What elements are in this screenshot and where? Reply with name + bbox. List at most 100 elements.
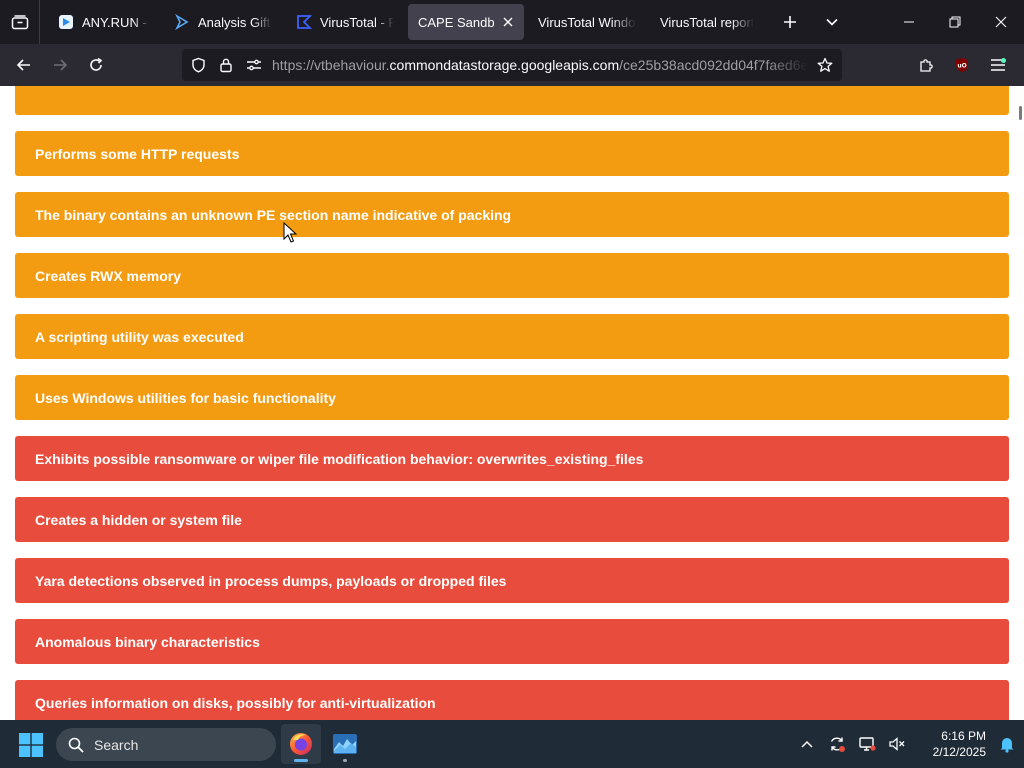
chevron-down-icon — [826, 18, 838, 26]
tracking-protection-icon[interactable] — [184, 49, 212, 81]
tab-label: ANY.RUN - Int — [82, 14, 150, 30]
tab-label: VirusTotal - Fil — [320, 14, 394, 30]
search-label: Search — [94, 736, 139, 753]
tab-list: ANY.RUN - Int Analysis Giftca VirusTotal… — [40, 0, 766, 44]
close-window-button[interactable] — [978, 0, 1024, 44]
url-text[interactable]: https://vtbehaviour.commondatastorage.go… — [268, 57, 808, 73]
signature-alert-danger[interactable]: Queries information on disks, possibly f… — [15, 680, 1009, 720]
signature-alert-text: Uses Windows utilities for basic functio… — [35, 389, 336, 406]
forward-button[interactable] — [42, 47, 78, 83]
toolbar-right: uO — [908, 47, 1016, 83]
show-hidden-icons-button[interactable] — [792, 720, 822, 768]
tab-label: VirusTotal report f — [660, 14, 754, 30]
tab-virustotal-report[interactable]: VirusTotal report f — [650, 4, 764, 40]
speaker-muted-icon — [889, 737, 905, 751]
signature-alert-warn[interactable] — [15, 86, 1009, 115]
back-button[interactable] — [6, 47, 42, 83]
tab-label: Analysis Giftca — [198, 14, 272, 30]
url-host: commondatastorage.googleapis.com — [389, 57, 620, 73]
list-all-tabs-button[interactable] — [814, 4, 850, 40]
signature-alert-warn[interactable]: A scripting utility was executed — [15, 314, 1009, 359]
signature-alert-danger[interactable]: Yara detections observed in process dump… — [15, 558, 1009, 603]
tab-virustotal-window[interactable]: VirusTotal Window — [528, 4, 646, 40]
volume-button[interactable] — [882, 720, 912, 768]
analysis-icon — [174, 14, 190, 30]
windows-taskbar: Search 6:16 PM 2/12/2025 — [0, 720, 1024, 768]
url-prefix: https://vtbehaviour. — [272, 57, 390, 73]
navigation-toolbar: https://vtbehaviour.commondatastorage.go… — [0, 44, 1024, 86]
page-scrollbar[interactable] — [1016, 86, 1024, 720]
tab-cape-sandbox[interactable]: CAPE Sandbox — [408, 4, 524, 40]
taskbar-search[interactable]: Search — [56, 728, 276, 761]
search-icon — [68, 737, 84, 753]
network-icon — [859, 737, 876, 751]
tab-virustotal-file[interactable]: VirusTotal - Fil — [286, 4, 404, 40]
bookmark-star-icon[interactable] — [808, 49, 842, 81]
plus-icon — [784, 16, 796, 28]
ublock-extension-button[interactable]: uO — [944, 47, 980, 83]
signature-alert-danger[interactable]: Anomalous binary characteristics — [15, 619, 1009, 664]
close-tab-icon[interactable] — [502, 16, 514, 28]
signature-alert-danger[interactable]: Creates a hidden or system file — [15, 497, 1009, 542]
url-bar[interactable]: https://vtbehaviour.commondatastorage.go… — [182, 49, 842, 81]
tab-overview-button[interactable] — [0, 0, 40, 44]
clock-time: 6:16 PM — [941, 729, 986, 743]
tab-label: VirusTotal Window — [538, 14, 636, 30]
signature-alert-text: Performs some HTTP requests — [35, 145, 240, 162]
signature-alert-warn[interactable]: Uses Windows utilities for basic functio… — [15, 375, 1009, 420]
anyrun-icon — [58, 14, 74, 30]
firefox-icon — [290, 733, 312, 755]
scrollbar-thumb[interactable] — [1019, 106, 1022, 120]
taskbar-clock[interactable]: 6:16 PM 2/12/2025 — [912, 728, 990, 760]
signature-alert-text: The binary contains an unknown PE sectio… — [35, 206, 512, 223]
svg-text:uO: uO — [957, 63, 966, 70]
signature-alert-text: Queries information on disks, possibly f… — [35, 694, 436, 711]
bell-icon — [1000, 738, 1014, 753]
signature-alert-text: Yara detections observed in process dump… — [35, 572, 507, 589]
tab-analysis[interactable]: Analysis Giftca — [164, 4, 282, 40]
app-menu-button[interactable] — [980, 47, 1016, 83]
signature-alert-text: Anomalous binary characteristics — [35, 633, 260, 650]
site-permissions-icon[interactable] — [240, 49, 268, 81]
tab-overview-icon — [11, 15, 28, 30]
restore-button[interactable] — [932, 0, 978, 44]
reload-icon — [90, 57, 103, 71]
signature-alert-text: Exhibits possible ransomware or wiper fi… — [35, 450, 644, 467]
mouse-cursor-icon — [283, 222, 297, 243]
url-path: /ce25b38acd092dd04f7faed6e — [619, 57, 808, 73]
minimize-icon — [904, 21, 914, 23]
signature-alert-warn[interactable]: Creates RWX memory — [15, 253, 1009, 298]
signature-alert-danger[interactable]: Exhibits possible ransomware or wiper fi… — [15, 436, 1009, 481]
active-app-indicator — [294, 759, 308, 762]
signature-alert-text: Creates RWX memory — [35, 267, 182, 284]
signature-alert-text: Creates a hidden or system file — [35, 511, 242, 528]
minimize-button[interactable] — [886, 0, 932, 44]
arrow-right-icon — [54, 59, 68, 71]
virustotal-icon — [296, 14, 312, 30]
tab-anyrun[interactable]: ANY.RUN - Int — [48, 4, 160, 40]
signature-alert-warn[interactable]: The binary contains an unknown PE sectio… — [15, 192, 1009, 237]
page-content: Performs some HTTP requests The binary co… — [0, 86, 1016, 720]
windows-logo-icon — [19, 733, 43, 757]
running-app-indicator — [343, 759, 347, 762]
tab-label: CAPE Sandbox — [418, 14, 494, 30]
extensions-button[interactable] — [908, 47, 944, 83]
system-tray: 6:16 PM 2/12/2025 — [792, 720, 1024, 768]
sync-status-button[interactable] — [822, 720, 852, 768]
close-icon — [995, 16, 1007, 28]
sync-icon — [830, 737, 845, 752]
new-tab-button[interactable] — [772, 4, 808, 40]
restore-icon — [949, 16, 961, 28]
taskbar-app-2[interactable] — [325, 724, 365, 764]
clock-date: 2/12/2025 — [932, 745, 986, 759]
image-app-icon — [333, 734, 357, 754]
notifications-button[interactable] — [990, 720, 1024, 768]
start-button[interactable] — [18, 732, 44, 758]
lock-icon[interactable] — [212, 49, 240, 81]
arrow-left-icon — [16, 59, 30, 71]
taskbar-firefox[interactable] — [281, 724, 321, 764]
network-button[interactable] — [852, 720, 882, 768]
puzzle-icon — [920, 59, 933, 72]
signature-alert-warn[interactable]: Performs some HTTP requests — [15, 131, 1009, 176]
reload-button[interactable] — [78, 47, 114, 83]
